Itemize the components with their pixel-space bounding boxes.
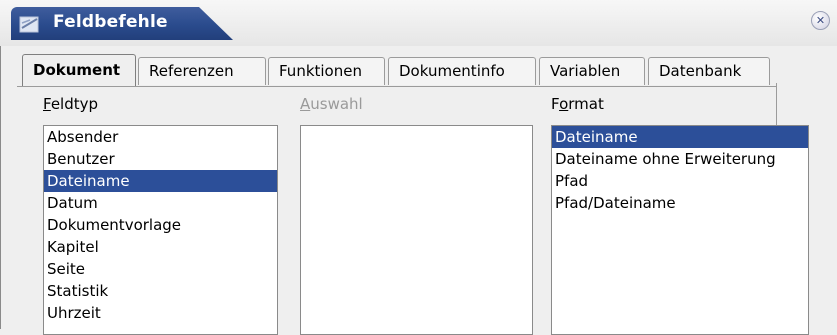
list-item[interactable]: Dateiname ohne Erweiterung [552, 148, 808, 170]
list-item[interactable]: Statistik [44, 280, 277, 302]
list-item[interactable]: Dokumentvorlage [44, 214, 277, 236]
tab-funktionen[interactable]: Funktionen [268, 57, 385, 85]
title-bar: Feldbefehle ✕ [0, 0, 837, 46]
list-item[interactable]: Seite [44, 258, 277, 280]
tab-variablen[interactable]: Variablen [539, 57, 645, 85]
list-item[interactable]: Absender [44, 126, 277, 148]
auswahl-list[interactable] [300, 125, 533, 335]
dialog-body: Dokument Referenzen Funktionen Dokumenti… [0, 46, 837, 335]
list-item[interactable]: Uhrzeit [44, 302, 277, 324]
close-icon[interactable]: ✕ [811, 11, 830, 30]
list-item[interactable]: Pfad/Dateiname [552, 192, 808, 214]
list-item-selected[interactable]: Dateiname [44, 170, 277, 192]
list-item-selected[interactable]: Dateiname [552, 126, 808, 148]
list-item[interactable]: Pfad [552, 170, 808, 192]
list-item[interactable]: Kapitel [44, 236, 277, 258]
tab-dokumentinfo[interactable]: Dokumentinfo [388, 57, 536, 85]
title-tab: Feldbefehle [11, 7, 233, 40]
format-label: Format [551, 95, 604, 113]
feldtyp-list[interactable]: Absender Benutzer Dateiname Datum Dokume… [43, 125, 278, 335]
list-item[interactable]: Datum [44, 192, 277, 214]
tab-panel-border [17, 86, 777, 87]
feldtyp-label: Feldtyp [43, 95, 99, 113]
window-title: Feldbefehle [53, 12, 168, 32]
list-item[interactable]: Benutzer [44, 148, 277, 170]
format-list[interactable]: Dateiname Dateiname ohne Erweiterung Pfa… [551, 125, 809, 335]
tab-dokument[interactable]: Dokument [22, 54, 136, 86]
app-icon [19, 16, 39, 33]
auswahl-label: Auswahl [300, 95, 363, 113]
tab-datenbank[interactable]: Datenbank [648, 57, 770, 85]
tab-referenzen[interactable]: Referenzen [138, 57, 266, 85]
